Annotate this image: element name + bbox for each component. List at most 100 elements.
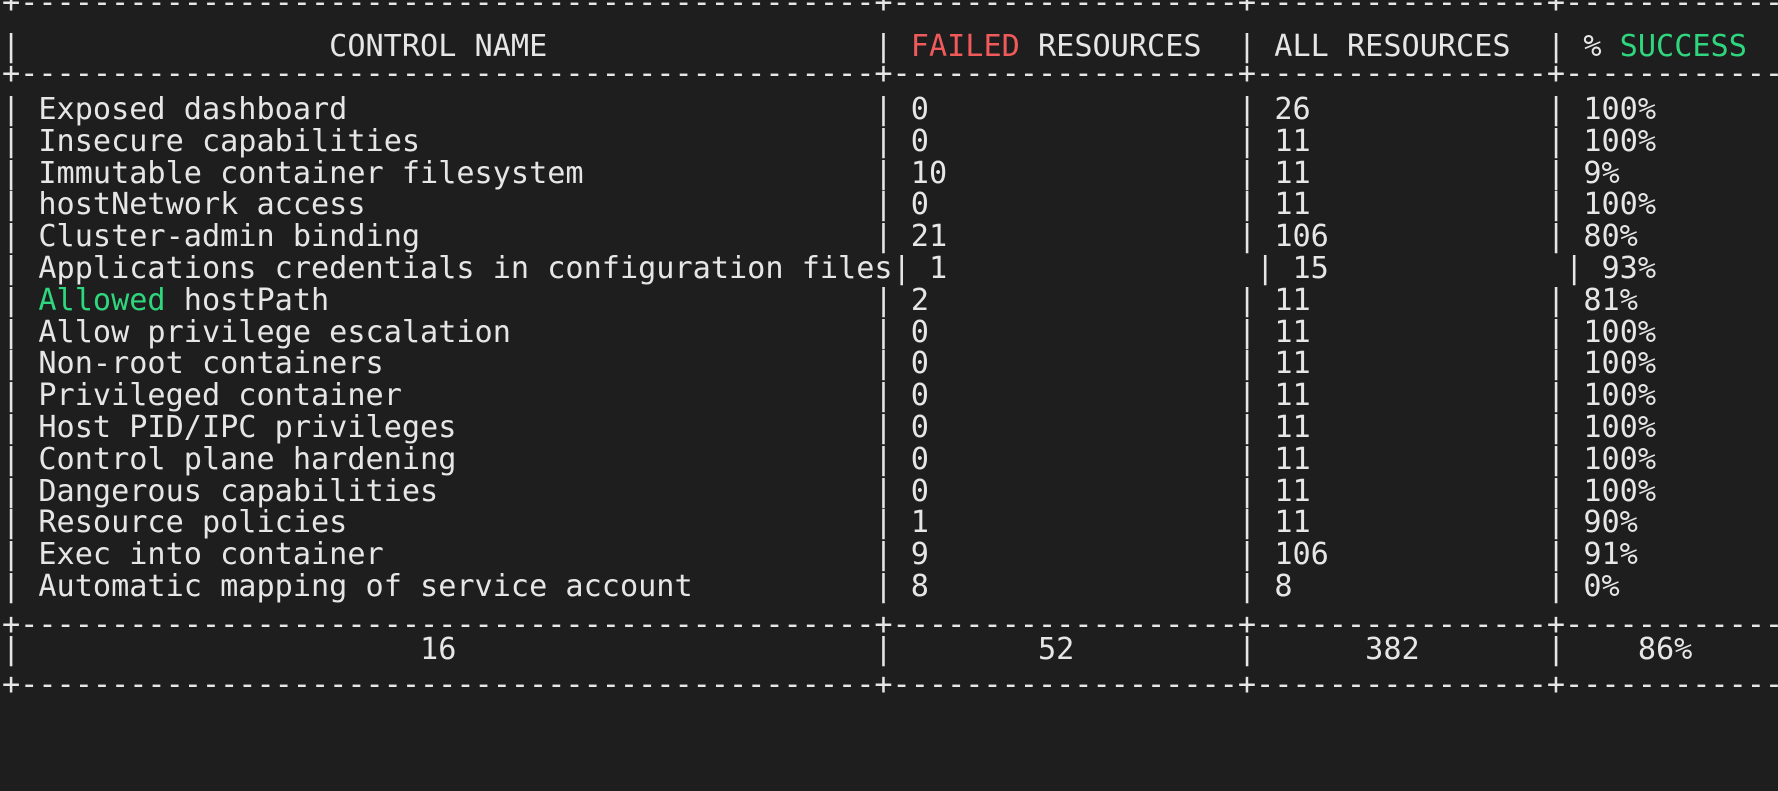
column-divider: | [1237,156,1257,191]
control-name-cell: Applications credentials in configuratio… [38,251,893,286]
column-divider: | [874,632,893,667]
table-border-bottom: +---------------------------------------… [2,667,1778,703]
control-name-cell: Cluster-admin binding [38,219,421,254]
column-divider: | [1237,187,1257,222]
column-divider: | [2,474,21,509]
success-pct-cell: 93% [1601,251,1657,286]
all-resources-cell: 11 [1274,378,1311,413]
column-divider: | [2,632,21,667]
column-divider: | [1546,156,1566,191]
table-row: | Resource policies | 1 | 11 | 90% | [2,505,1778,541]
column-divider: | [874,315,893,350]
control-name-cell: Insecure capabilities [38,124,421,159]
column-divider: | [874,346,893,381]
table-row: | Insecure capabilities | 0 | 11 | 100% … [2,124,1778,160]
control-name-cell: Exec into container [38,537,384,572]
table-row: | Automatic mapping of service account |… [2,569,1778,605]
control-name-cell: hostNetwork access [38,187,366,222]
all-resources-cell: 11 [1274,283,1311,318]
column-divider: | [874,283,893,318]
control-name-cell: Non-root containers [38,346,384,381]
column-divider: | [2,442,21,477]
table-row: | hostNetwork access | 0 | 11 | 100% | [2,187,1778,223]
column-divider: | [2,569,21,604]
table-row: | Non-root containers | 0 | 11 | 100% | [2,346,1778,382]
table-border: +---------------------------------------… [2,56,1778,91]
all-resources-cell: 8 [1274,569,1293,604]
table-totals-row: | 16 | 52 | 382 | 86% | [2,632,1778,668]
column-divider: | [2,251,21,286]
all-resources-cell: 11 [1274,442,1311,477]
all-resources-cell: 26 [1274,92,1311,127]
table-border: +---------------------------------------… [2,0,1778,20]
column-divider: | [1237,569,1257,604]
control-name-cell: Exposed dashboard [38,92,348,127]
column-divider: | [2,346,21,381]
column-divider: | [1546,315,1566,350]
success-pct-cell: 90% [1583,505,1638,540]
failed-resources-cell: 2 [910,283,929,318]
column-divider: | [2,219,21,254]
failed-resources-cell: 1 [910,505,929,540]
failed-resources-cell: 1 [928,251,948,286]
table-row: | Exec into container | 9 | 106 | 91% | [2,537,1778,573]
control-name-cell: Control plane hardening [38,442,457,477]
failed-resources-cell: 0 [910,442,929,477]
failed-resources-cell: 0 [910,378,929,413]
table-row: | Exposed dashboard | 0 | 26 | 100% | [2,92,1778,128]
column-divider: | [874,219,893,254]
all-resources-cell: 106 [1274,219,1329,254]
column-divider: | [2,378,21,413]
failed-resources-cell: 0 [910,315,929,350]
column-divider: | [874,410,893,445]
all-resources-cell: 11 [1274,474,1311,509]
failed-resources-cell: 0 [910,124,929,159]
total-controls: 16 [420,632,457,667]
control-name-cell: Dangerous capabilities [38,474,439,509]
column-divider: | [1237,92,1257,127]
column-divider: | [874,442,893,477]
all-resources-cell: 11 [1274,156,1311,191]
table-row: | Privileged container | 0 | 11 | 100% | [2,378,1778,414]
success-pct-cell: 80% [1583,219,1638,254]
control-name-cell: Automatic mapping of service account [38,569,693,604]
failed-resources-cell: 0 [910,92,929,127]
table-row: | Applications credentials in configurat… [2,251,1778,287]
column-divider: | [2,156,21,191]
column-divider: | [2,537,21,572]
table-border-header: +---------------------------------------… [2,56,1778,92]
all-resources-cell: 11 [1274,410,1311,445]
column-divider: | [1546,283,1566,318]
failed-resources-cell: 8 [910,569,929,604]
table-row: | Host PID/IPC privileges | 0 | 11 | 100… [2,410,1778,446]
column-divider: | [874,92,893,127]
success-pct-cell: 81% [1583,283,1638,318]
success-pct-cell: 100% [1583,315,1657,350]
total-success-pct: 86% [1637,632,1693,667]
column-divider: | [2,187,21,222]
success-pct-cell: 100% [1583,474,1657,509]
column-divider: | [1546,632,1566,667]
success-pct-cell: 0% [1583,569,1620,604]
failed-resources-cell: 10 [910,156,948,191]
column-divider: | [874,505,893,540]
column-divider: | [1546,124,1566,159]
column-divider: | [1546,92,1566,127]
all-resources-cell: 106 [1274,537,1329,572]
table-border-top: +---------------------------------------… [2,0,1778,21]
all-resources-cell: 11 [1274,187,1311,222]
all-resources-cell: 11 [1274,315,1311,350]
failed-resources-cell: 21 [910,219,948,254]
column-divider: | [2,410,21,445]
column-divider: | [2,283,21,318]
column-divider: | [2,315,21,350]
column-divider: | [1546,569,1566,604]
all-resources-cell: 11 [1274,346,1311,381]
failed-resources-cell: 0 [910,187,929,222]
all-resources-cell: 15 [1292,251,1329,286]
column-divider: | [1256,251,1275,286]
column-divider: | [1237,410,1257,445]
column-divider: | [1237,283,1257,318]
column-divider: | [2,92,21,127]
column-divider: | [1546,442,1566,477]
